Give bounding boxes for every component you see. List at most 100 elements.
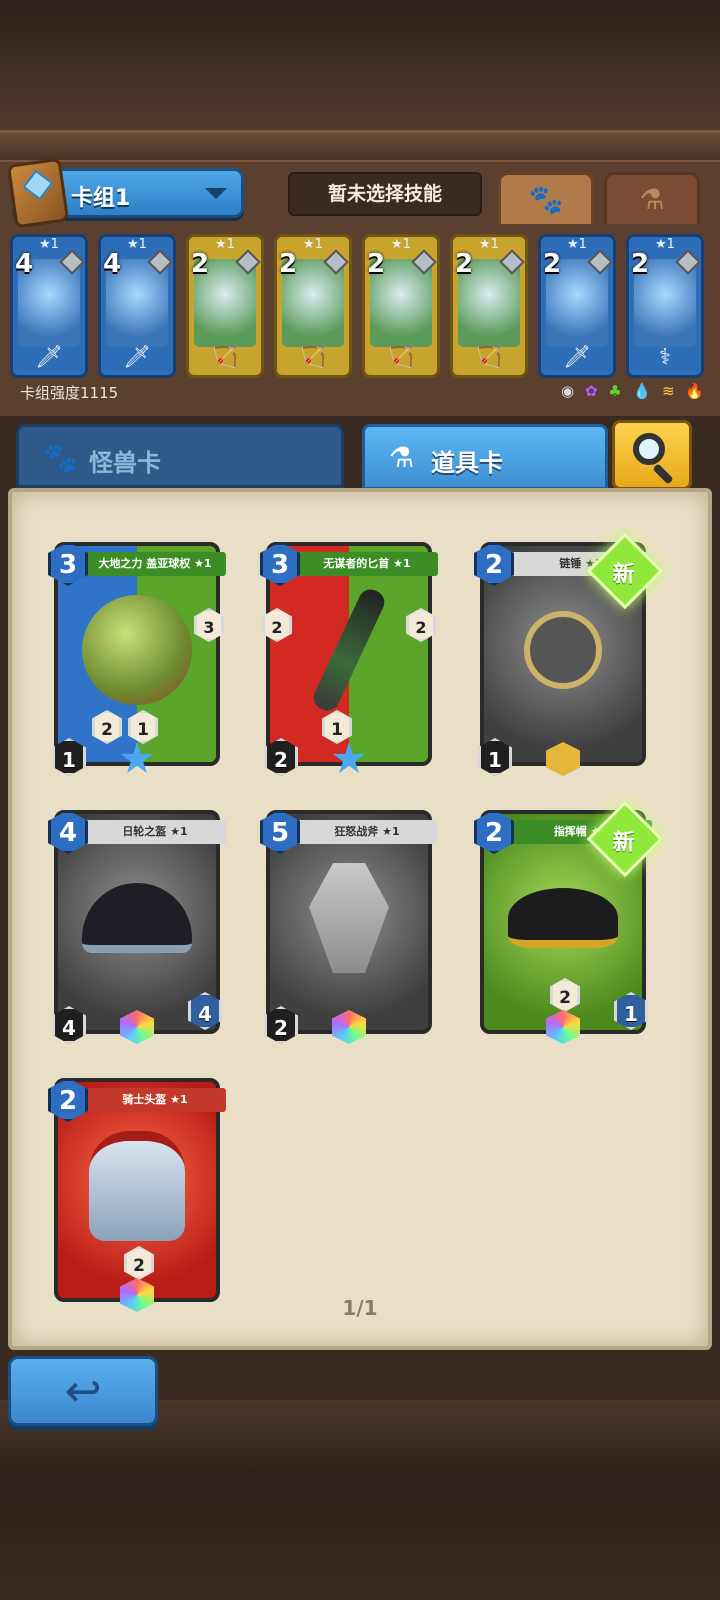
neutral-icon: ◉ [561, 382, 575, 400]
card-name: 无谋者的匕首 ★1 [296, 552, 438, 576]
card-cost: 4 [15, 249, 34, 279]
deck-card[interactable]: ★1 2 🏹 [362, 234, 440, 378]
back-button[interactable]: ↩ [8, 1356, 158, 1426]
stat-attack: 1 [128, 710, 158, 744]
green-icon: ♣ [608, 382, 622, 400]
new-label: 新 [612, 830, 635, 856]
card-cost: 2 [474, 810, 514, 854]
knight-helm-art [82, 1126, 192, 1246]
deck-card[interactable]: ★1 2 🏹 [274, 234, 352, 378]
bow-icon: 🏹 [211, 345, 239, 370]
stat-dice: 1 [478, 738, 512, 776]
card-cost: 3 [48, 542, 88, 586]
card-cost: 2 [191, 249, 210, 279]
card-name: 骑士头盔 ★1 [84, 1088, 226, 1112]
card-cost: 2 [474, 542, 514, 586]
stat-side: 3 [194, 608, 224, 642]
top-frame [0, 0, 720, 160]
stat-ice: 2 [92, 710, 122, 744]
item-card[interactable]: 日轮之盔 ★1 4 4 4 [48, 810, 226, 1044]
rarity-star-icon [332, 742, 366, 773]
card-cost: 2 [455, 249, 474, 279]
tab-label: 道具卡 [431, 449, 503, 477]
paw-icon: 🐾 [528, 183, 564, 216]
battle-axe-art [294, 858, 404, 978]
item-card[interactable]: 大地之力 盖亚球权 ★1 3 3 2 1 1 [48, 542, 226, 776]
stat-attack: 2 [264, 738, 298, 776]
tab-monster-deck[interactable]: 🐾 [498, 172, 594, 224]
tab-label: 怪兽卡 [89, 449, 161, 477]
back-arrow-icon: ↩ [64, 1366, 102, 1417]
card-cost: 2 [48, 1078, 88, 1122]
deck-book-icon [6, 157, 70, 229]
card-name: 日轮之盔 ★1 [84, 820, 226, 844]
yellow-icon: ≋ [661, 382, 675, 400]
search-icon-handle [652, 463, 674, 485]
item-card[interactable]: 狂怒战斧 ★1 5 2 [260, 810, 438, 1044]
deck-card[interactable]: ★1 2 🏹 [450, 234, 528, 378]
paw-icon: 🐾 [43, 441, 78, 474]
card-cost: 2 [631, 249, 650, 279]
tab-potion-deck[interactable]: ⚗ [604, 172, 700, 224]
deck-card[interactable]: ★1 2 🏹 [186, 234, 264, 378]
dagger-art [294, 585, 404, 715]
search-button[interactable] [612, 420, 692, 490]
staff-icon: ⚕ [659, 345, 671, 370]
deck-card-row: ★1 4 🗡 ★1 4 🗡 ★1 2 🏹 ★1 2 🏹 ★1 2 🏹 ★1 2 [10, 234, 710, 380]
stat-side: 2 [406, 608, 436, 642]
deck-strength: 卡组强度1115 [20, 384, 119, 402]
rarity-star-icon [120, 742, 154, 773]
deck-card[interactable]: ★1 2 🗡 [538, 234, 616, 378]
stat-armor: 1 [614, 992, 648, 1030]
potion-icon: ⚗ [639, 183, 665, 216]
sword-icon: 🗡 [563, 345, 591, 370]
card-cost: 4 [103, 249, 122, 279]
rarity-rainbow-icon [120, 1010, 154, 1044]
sword-icon: 🗡 [123, 345, 151, 370]
sun-helm-art [82, 858, 192, 978]
deck-name: 卡组1 [71, 186, 131, 211]
stat-mid: 2 [550, 978, 580, 1012]
tab-item-cards[interactable]: ⚗ 道具卡 [362, 424, 608, 490]
stat-dice: 4 [52, 1006, 86, 1044]
item-card[interactable]: 链锤 ★1 2 1 新 [474, 532, 664, 776]
water-icon: 💧 [632, 382, 652, 400]
bow-icon: 🏹 [299, 345, 327, 370]
card-cost: 2 [543, 249, 562, 279]
deck-selector[interactable]: 卡组1 [6, 157, 244, 229]
stat-mid: 2 [124, 1246, 154, 1280]
deck-card[interactable]: ★1 4 🗡 [98, 234, 176, 378]
card-cost: 2 [367, 249, 386, 279]
card-name: 狂怒战斧 ★1 [296, 820, 438, 844]
skill-select-button[interactable]: 暂未选择技能 [288, 172, 482, 216]
new-label: 新 [612, 562, 635, 588]
rarity-gold-icon [546, 742, 580, 776]
card-cost: 2 [279, 249, 298, 279]
chevron-down-icon [205, 188, 227, 199]
fire-icon: 🔥 [685, 382, 704, 400]
bow-icon: 🏹 [387, 345, 415, 370]
card-name: 大地之力 盖亚球权 ★1 [84, 552, 226, 576]
stat-mid: 1 [322, 710, 352, 744]
element-icons: ◉ ✿ ♣ 💧 ≋ 🔥 [555, 382, 704, 400]
bow-icon: 🏹 [475, 345, 503, 370]
deck-card[interactable]: ★1 2 ⚕ [626, 234, 704, 378]
bottom-frame [0, 1400, 720, 1600]
deck-card[interactable]: ★1 4 🗡 [10, 234, 88, 378]
card-cost: 5 [260, 810, 300, 854]
stat-side-left: 2 [262, 608, 292, 642]
rarity-rainbow-icon [546, 1010, 580, 1044]
gaia-orb-art [82, 590, 192, 710]
page-indicator: 1/1 [342, 1296, 378, 1320]
item-card[interactable]: 无谋者的匕首 ★1 3 2 2 1 2 [260, 542, 438, 776]
stat-attack: 2 [264, 1006, 298, 1044]
stat-armor: 4 [188, 992, 222, 1030]
purple-icon: ✿ [584, 382, 598, 400]
flail-art [508, 590, 618, 710]
card-cost: 3 [260, 542, 300, 586]
item-card[interactable]: 骑士头盔 ★1 2 2 [48, 1078, 226, 1312]
item-card[interactable]: 指挥帽 ★1 2 2 1 新 [474, 800, 664, 1044]
tab-monster-cards[interactable]: 🐾 怪兽卡 [16, 424, 344, 488]
sword-icon: 🗡 [35, 345, 63, 370]
command-hat-art [508, 858, 618, 978]
